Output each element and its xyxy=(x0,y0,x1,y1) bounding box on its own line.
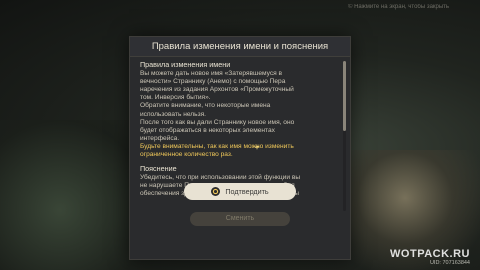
sparkle-icon xyxy=(254,144,260,150)
dialog-title: Правила изменения имени и пояснения xyxy=(130,37,350,57)
rules-heading: Правила изменения имени xyxy=(140,61,231,69)
background-change-button: Сменить xyxy=(190,212,290,226)
rules-paragraph-2: Обратите внимание, что некоторые имена и… xyxy=(140,102,271,118)
rules-warning: Будьте внимательны, так как имя можно из… xyxy=(140,142,294,159)
rules-paragraph-1: Вы можете дать новое имя «Затерявшемуся … xyxy=(140,70,294,102)
confirm-button-label: Подтвердить xyxy=(225,187,269,196)
content-scrollbar[interactable] xyxy=(343,61,346,211)
watermark-logo: WOTPACK.RU xyxy=(390,248,470,260)
confirm-button[interactable]: Подтвердить xyxy=(184,183,296,200)
scrollbar-thumb[interactable] xyxy=(343,61,346,131)
rename-rules-dialog: Правила изменения имени и пояснения Прав… xyxy=(129,36,351,260)
top-hint: © Нажмите на экран, чтобы закрыть xyxy=(348,4,450,10)
explanation-heading: Пояснение xyxy=(140,164,177,174)
background-scene-left xyxy=(0,120,150,270)
circle-icon xyxy=(211,187,221,196)
watermark-uid: UID: 707163844 xyxy=(429,260,470,266)
rules-paragraph-3: После того как вы дали Страннику новое и… xyxy=(140,118,295,142)
watermark: WOTPACK.RU UID: 707163844 xyxy=(390,248,470,266)
